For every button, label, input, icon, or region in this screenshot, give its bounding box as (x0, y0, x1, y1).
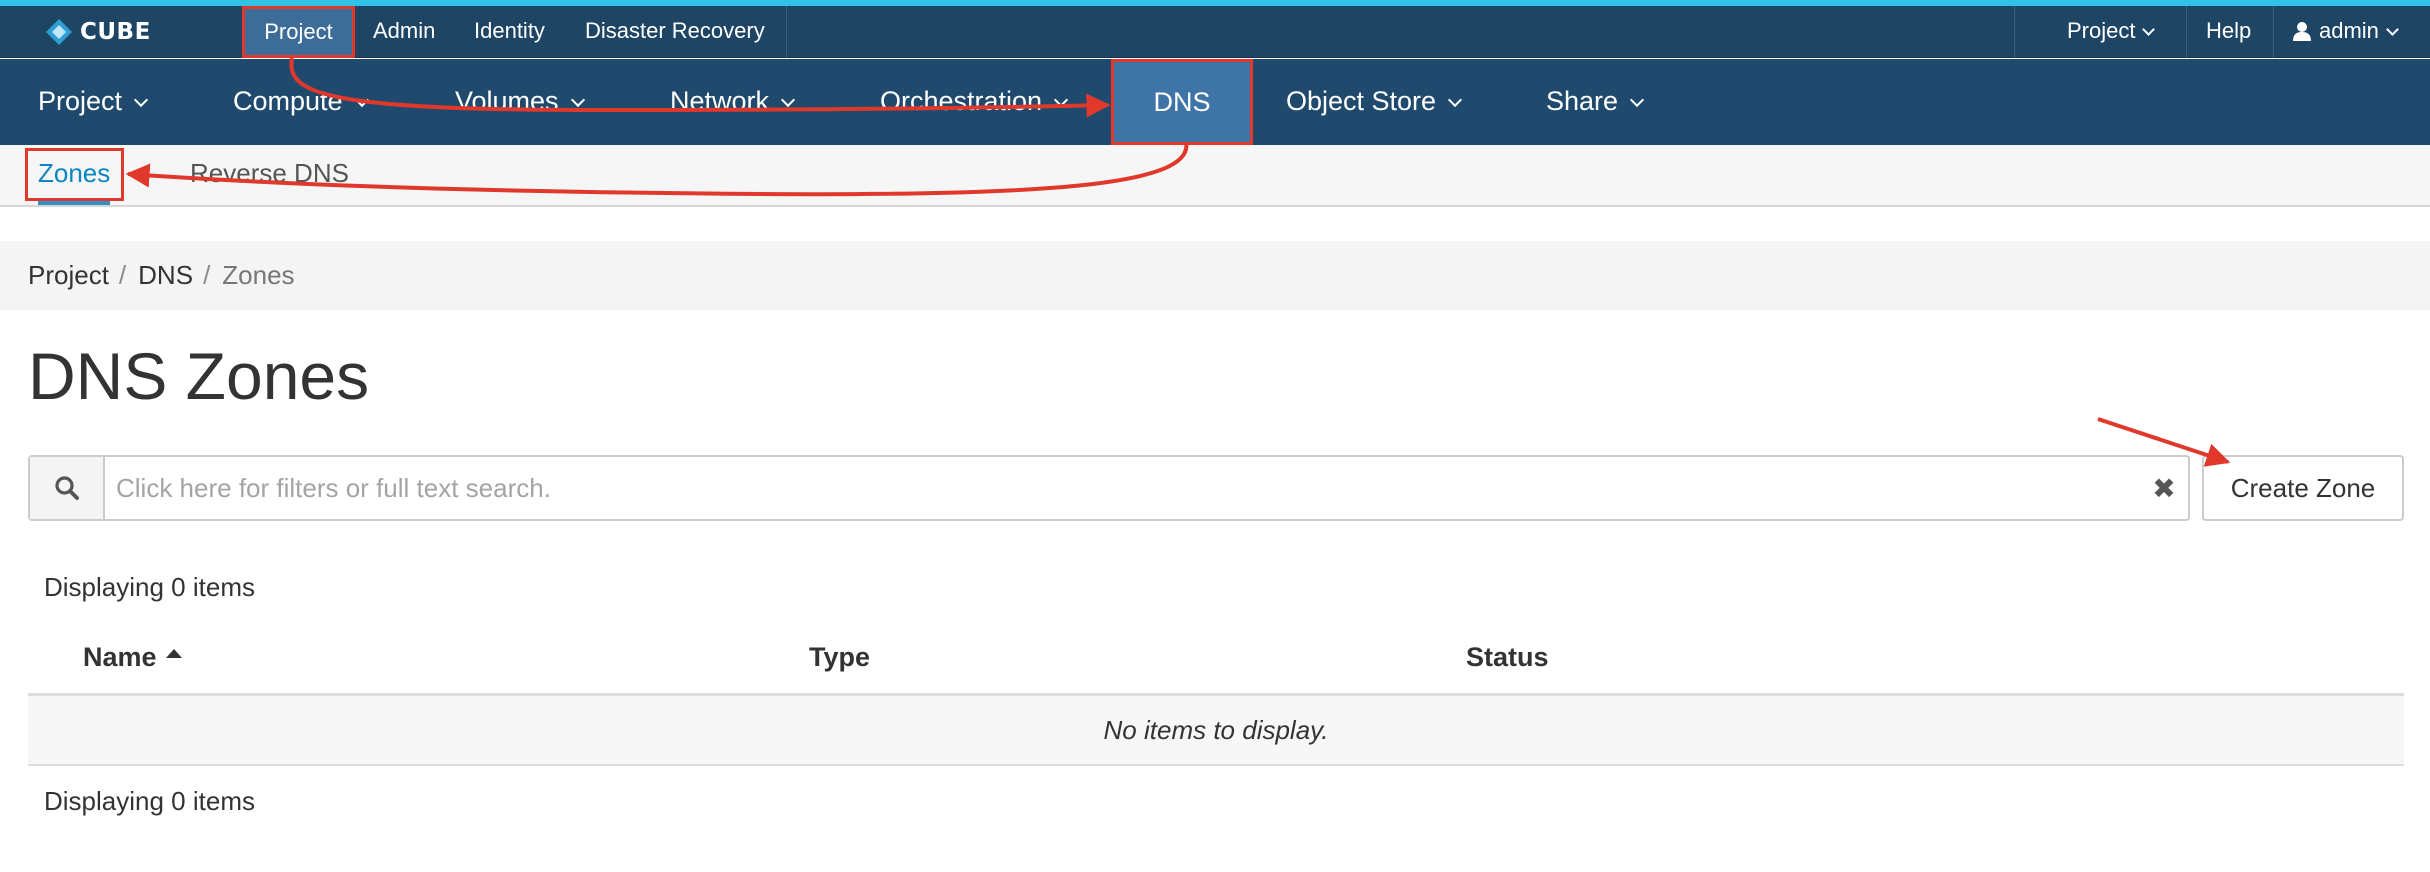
nav-volumes[interactable]: Volumes (455, 59, 585, 145)
help-link[interactable]: Help (2206, 6, 2251, 58)
nav-object-store-label: Object Store (1286, 86, 1437, 116)
topbar-identity-label: Identity (474, 18, 545, 43)
topbar-admin-label: Admin (373, 18, 436, 43)
column-header-type[interactable]: Type (809, 642, 870, 673)
brand-logo[interactable]: CUBE (44, 14, 151, 50)
main-navbar: Project Compute Volumes Network Orchestr… (0, 59, 2430, 145)
secondary-navbar: Zones Reverse DNS (0, 145, 2430, 207)
help-label: Help (2206, 18, 2252, 43)
breadcrumb-separator: / (118, 260, 127, 290)
nav-dns-label: DNS (1153, 87, 1211, 117)
search-bar: ✖ (28, 455, 2190, 521)
chevron-down-icon (1448, 92, 1463, 108)
project-selector-label: Project (2067, 18, 2136, 43)
topbar-divider (2273, 6, 2274, 58)
topbar-divider (786, 6, 787, 58)
topbar-admin[interactable]: Admin (373, 6, 435, 58)
topbar-disaster-recovery-label: Disaster Recovery (585, 18, 765, 43)
nav-object-store[interactable]: Object Store (1286, 59, 1463, 145)
project-selector-dropdown[interactable]: Project (2067, 6, 2156, 58)
tab-reverse-dns-label: Reverse DNS (190, 158, 349, 188)
breadcrumb-zones: Zones (222, 260, 295, 290)
create-zone-button[interactable]: Create Zone (2202, 455, 2404, 521)
topbar-project-label: Project (264, 19, 333, 44)
top-navbar: CUBE Project Admin Identity Disaster Rec… (0, 6, 2430, 58)
nav-project-label: Project (38, 86, 123, 116)
chevron-down-icon (2142, 23, 2156, 36)
chevron-down-icon (133, 92, 149, 108)
breadcrumb: Project / DNS / Zones (0, 241, 2430, 310)
topbar-identity[interactable]: Identity (474, 6, 545, 58)
column-status-label: Status (1466, 642, 1549, 672)
nav-dns[interactable]: DNS (1111, 59, 1253, 145)
nav-volumes-label: Volumes (455, 86, 559, 116)
breadcrumb-dns[interactable]: DNS (138, 260, 193, 291)
nav-project[interactable]: Project (38, 59, 149, 145)
nav-compute-label: Compute (233, 86, 343, 116)
item-count-top: Displaying 0 items (44, 572, 255, 602)
sort-ascending-icon (165, 649, 182, 658)
user-icon (2293, 22, 2311, 41)
clear-search-button[interactable]: ✖ (2140, 457, 2188, 519)
page-title: DNS Zones (28, 339, 370, 413)
column-type-label: Type (809, 642, 871, 672)
chevron-down-icon (570, 92, 585, 108)
empty-table-message: No items to display. (28, 696, 2404, 766)
active-tab-indicator (38, 201, 110, 205)
item-count-bottom: Displaying 0 items (44, 786, 255, 816)
search-icon (54, 476, 79, 500)
topbar-project[interactable]: Project (242, 6, 355, 58)
user-menu-label: admin (2319, 18, 2379, 43)
table-header: Name Type Status (28, 620, 2404, 696)
nav-network-label: Network (670, 86, 770, 116)
user-menu-dropdown[interactable]: admin (2293, 6, 2399, 58)
nav-share[interactable]: Share (1546, 59, 1645, 145)
chevron-down-icon (354, 92, 369, 108)
chevron-down-icon (1054, 92, 1069, 108)
column-header-status[interactable]: Status (1466, 642, 1549, 673)
search-input[interactable] (105, 457, 2140, 519)
brand-name: CUBE (80, 19, 151, 45)
cube-logo-icon (46, 19, 72, 45)
chevron-down-icon (1629, 92, 1645, 108)
column-header-name[interactable]: Name (83, 642, 182, 673)
tab-reverse-dns[interactable]: Reverse DNS (190, 145, 349, 205)
nav-compute[interactable]: Compute (233, 59, 369, 145)
topbar-divider (2186, 6, 2187, 58)
nav-orchestration-label: Orchestration (880, 86, 1043, 116)
close-icon: ✖ (2152, 471, 2176, 505)
nav-orchestration[interactable]: Orchestration (880, 59, 1069, 145)
search-addon (30, 457, 105, 519)
breadcrumb-separator: / (203, 260, 211, 290)
tab-zones-label: Zones (38, 158, 111, 188)
topbar-disaster-recovery[interactable]: Disaster Recovery (585, 6, 765, 58)
column-name-label: Name (83, 642, 157, 672)
chevron-down-icon (2386, 23, 2399, 36)
breadcrumb-project[interactable]: Project (28, 260, 109, 291)
tab-zones[interactable]: Zones (38, 145, 110, 205)
nav-share-label: Share (1546, 86, 1619, 116)
topbar-divider (2014, 6, 2015, 58)
chevron-down-icon (780, 92, 796, 108)
nav-network[interactable]: Network (670, 59, 796, 145)
